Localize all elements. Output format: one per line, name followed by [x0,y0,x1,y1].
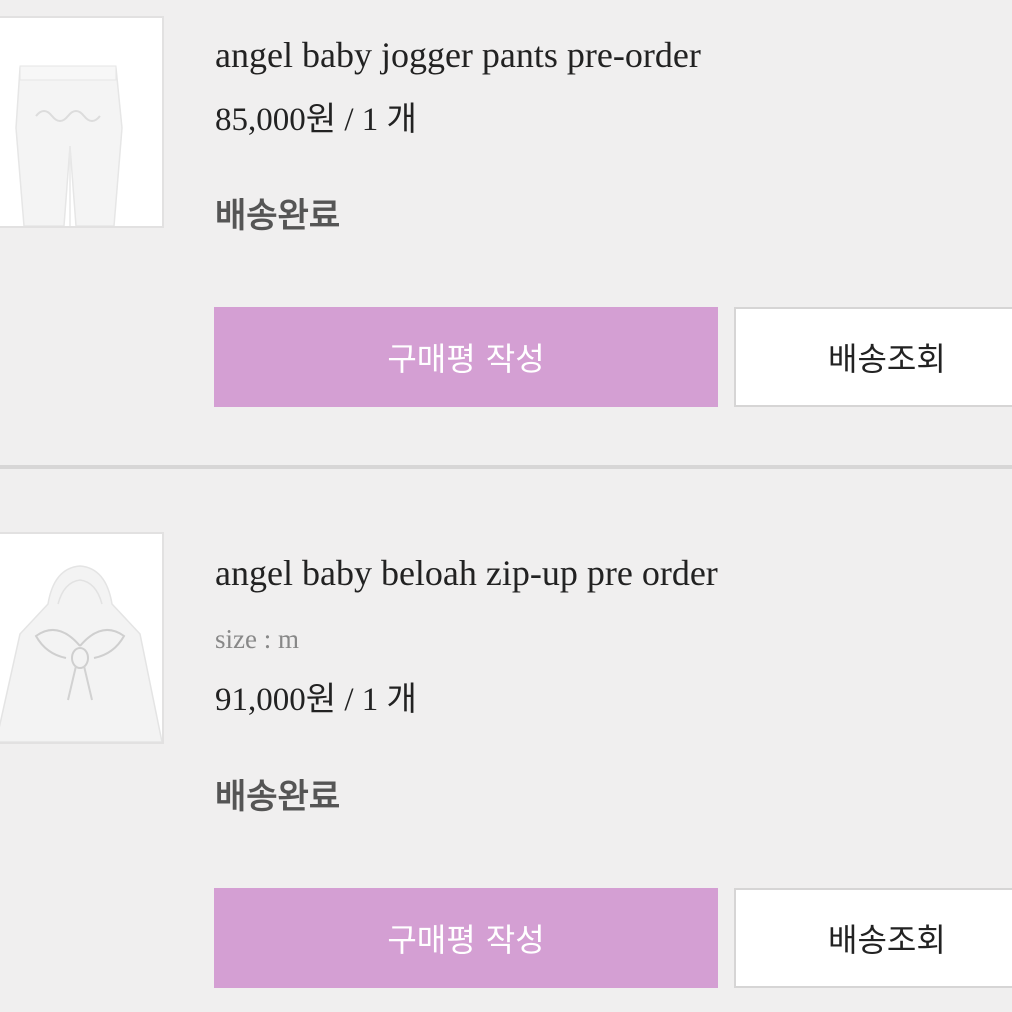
product-title[interactable]: angel baby jogger pants pre-order [215,37,701,73]
product-option: size : m [215,624,299,654]
delivery-status: 배송완료 [215,196,341,236]
write-review-button[interactable]: 구매평 작성 [214,888,718,988]
write-review-button[interactable]: 구매평 작성 [214,307,718,407]
zip-up-hoodie-icon [0,565,162,742]
product-price: 91,000원 / 1 개 [215,682,417,718]
product-price: 85,000원 / 1 개 [215,102,417,138]
track-delivery-button[interactable]: 배송조회 [734,888,1012,988]
product-thumbnail[interactable] [0,532,164,744]
product-title[interactable]: angel baby beloah zip-up pre order [215,555,718,591]
jogger-pants-icon [15,65,123,226]
order-divider [0,465,1012,469]
product-thumbnail[interactable] [0,16,164,228]
delivery-status: 배송완료 [215,777,341,817]
track-delivery-button[interactable]: 배송조회 [734,307,1012,407]
